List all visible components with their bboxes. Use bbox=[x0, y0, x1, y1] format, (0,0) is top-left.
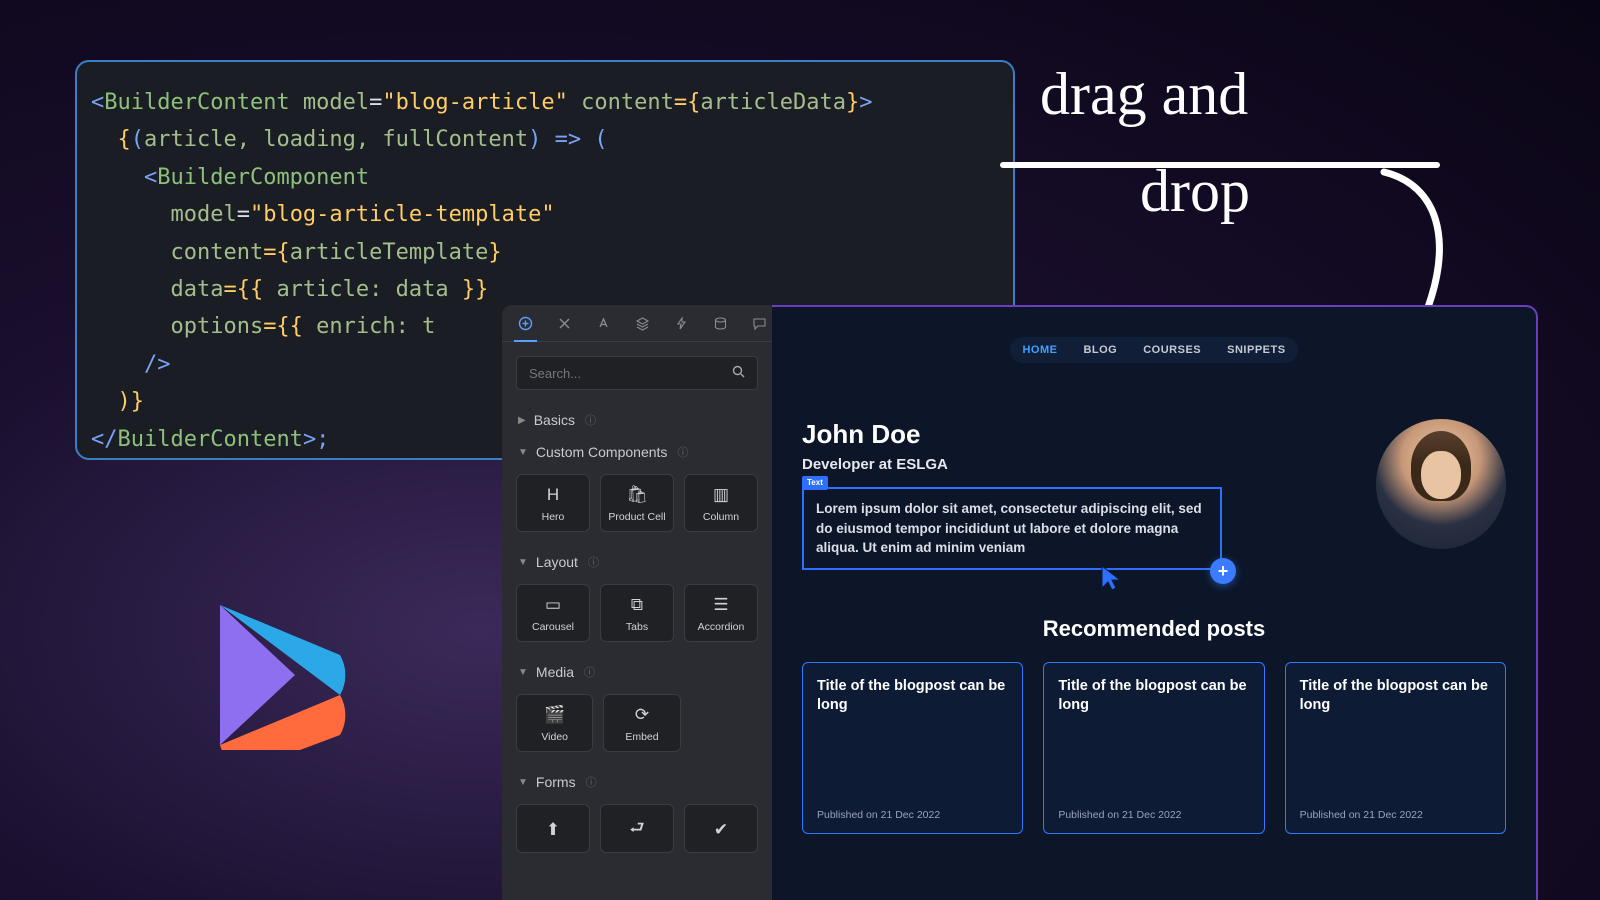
bio-text-block[interactable]: Text Lorem ipsum dolor sit amet, consect… bbox=[802, 487, 1222, 570]
info-icon: ⓘ bbox=[677, 444, 688, 460]
search-input[interactable]: Search... bbox=[516, 356, 758, 390]
chevron-right-icon: ▶ bbox=[518, 415, 526, 426]
nav-blog[interactable]: BLOG bbox=[1083, 344, 1117, 356]
data-icon[interactable] bbox=[713, 315, 728, 331]
profile-name[interactable]: John Doe bbox=[802, 419, 1222, 450]
section-media[interactable]: ▼ Media ⓘ bbox=[502, 656, 772, 688]
preview-nav: HOME BLOG COURSES SNIPPETS bbox=[1010, 337, 1297, 363]
info-icon: ⓘ bbox=[586, 774, 597, 790]
cursor-icon bbox=[1100, 564, 1122, 592]
upload-icon: ⬆ bbox=[546, 820, 560, 840]
bag-icon: 🛍 bbox=[626, 485, 648, 505]
profile-title[interactable]: Developer at ESLGA bbox=[802, 456, 1222, 473]
carousel-icon: ▭ bbox=[545, 595, 561, 615]
post-card[interactable]: Title of the blogpost can be long Publis… bbox=[1285, 662, 1506, 834]
section-label: Forms bbox=[536, 774, 576, 790]
design-icon[interactable] bbox=[557, 315, 572, 331]
post-title: Title of the blogpost can be long bbox=[1300, 677, 1491, 715]
section-label: Basics bbox=[534, 412, 575, 428]
nav-courses[interactable]: COURSES bbox=[1143, 344, 1201, 356]
bio-text: Lorem ipsum dolor sit amet, consectetur … bbox=[816, 501, 1202, 555]
column-icon: ▥ bbox=[713, 485, 729, 505]
embed-icon: ⟳ bbox=[635, 705, 649, 725]
selection-tag: Text bbox=[802, 476, 828, 490]
preview-canvas[interactable]: HOME BLOG COURSES SNIPPETS John Doe Deve… bbox=[772, 305, 1538, 900]
component-video[interactable]: 🎬Video bbox=[516, 694, 593, 752]
component-accordion[interactable]: ☰Accordion bbox=[684, 584, 758, 642]
tabs-icon: ⧉ bbox=[631, 595, 643, 615]
add-icon[interactable] bbox=[518, 315, 533, 331]
component-carousel[interactable]: ▭Carousel bbox=[516, 584, 590, 642]
section-label: Custom Components bbox=[536, 444, 668, 460]
video-icon: 🎬 bbox=[544, 705, 565, 725]
hero-icon: H bbox=[547, 485, 559, 505]
info-icon: ⓘ bbox=[588, 554, 599, 570]
comment-icon[interactable] bbox=[752, 315, 767, 331]
component-product-cell[interactable]: 🛍Product Cell bbox=[600, 474, 674, 532]
chevron-down-icon: ▼ bbox=[518, 667, 528, 678]
component-form-c[interactable]: ✔ bbox=[684, 804, 758, 853]
chevron-down-icon: ▼ bbox=[518, 777, 528, 788]
post-card[interactable]: Title of the blogpost can be long Publis… bbox=[1043, 662, 1264, 834]
check-icon: ✔ bbox=[714, 820, 728, 840]
nav-snippets[interactable]: SNIPPETS bbox=[1227, 344, 1285, 356]
search-placeholder: Search... bbox=[529, 366, 581, 381]
chevron-down-icon: ▼ bbox=[518, 447, 528, 458]
handwriting-underline bbox=[1000, 162, 1440, 168]
builder-logo bbox=[200, 600, 350, 750]
post-date: Published on 21 Dec 2022 bbox=[1058, 809, 1249, 821]
sidebar-toolbar bbox=[502, 305, 772, 342]
section-basics[interactable]: ▶ Basics ⓘ bbox=[502, 404, 772, 436]
post-date: Published on 21 Dec 2022 bbox=[1300, 809, 1491, 821]
section-layout[interactable]: ▼ Layout ⓘ bbox=[502, 546, 772, 578]
nav-home[interactable]: HOME bbox=[1022, 344, 1057, 356]
search-icon bbox=[732, 365, 745, 381]
post-date: Published on 21 Dec 2022 bbox=[817, 809, 1008, 821]
layers-icon[interactable] bbox=[635, 315, 650, 331]
text-icon[interactable] bbox=[596, 315, 611, 331]
post-title: Title of the blogpost can be long bbox=[817, 677, 1008, 715]
post-card[interactable]: Title of the blogpost can be long Publis… bbox=[802, 662, 1023, 834]
input-icon: ⮐ bbox=[629, 815, 644, 844]
component-hero[interactable]: HHero bbox=[516, 474, 590, 532]
component-form-a[interactable]: ⬆ bbox=[516, 804, 590, 853]
add-block-button[interactable]: + bbox=[1210, 558, 1236, 584]
component-form-b[interactable]: ⮐ bbox=[600, 804, 674, 853]
handwriting-line1: drag and bbox=[1040, 60, 1480, 129]
component-sidebar: Search... ▶ Basics ⓘ ▼ Custom Components… bbox=[502, 305, 772, 900]
info-icon: ⓘ bbox=[584, 664, 595, 680]
profile-avatar[interactable] bbox=[1376, 419, 1506, 549]
section-custom[interactable]: ▼ Custom Components ⓘ bbox=[502, 436, 772, 468]
chevron-down-icon: ▼ bbox=[518, 557, 528, 568]
post-title: Title of the blogpost can be long bbox=[1058, 677, 1249, 715]
section-forms[interactable]: ▼ Forms ⓘ bbox=[502, 766, 772, 798]
section-label: Layout bbox=[536, 554, 578, 570]
info-icon: ⓘ bbox=[585, 412, 596, 428]
component-column[interactable]: ▥Column bbox=[684, 474, 758, 532]
accordion-icon: ☰ bbox=[713, 595, 728, 615]
component-tabs[interactable]: ⧉Tabs bbox=[600, 584, 674, 642]
component-embed[interactable]: ⟳Embed bbox=[603, 694, 680, 752]
section-label: Media bbox=[536, 664, 574, 680]
bolt-icon[interactable] bbox=[674, 315, 689, 331]
recommended-heading: Recommended posts bbox=[802, 616, 1506, 642]
